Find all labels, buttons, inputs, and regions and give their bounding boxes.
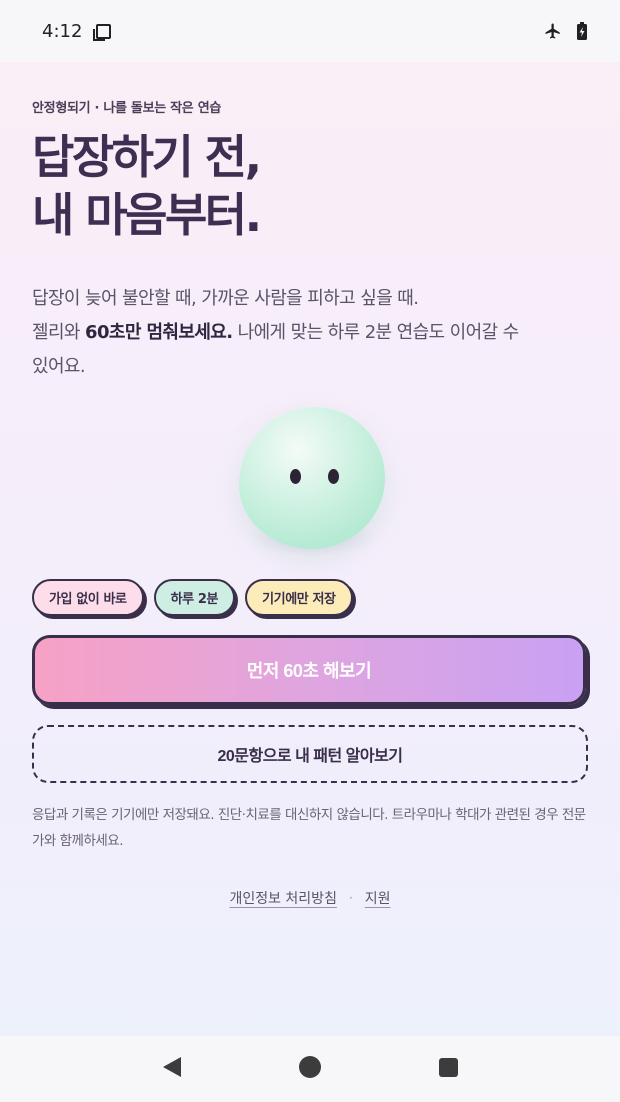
- jelly-right-eye: [328, 469, 339, 484]
- disclaimer-text: 응답과 기록은 기기에만 저장돼요. 진단·치료를 대신하지 않습니다. 트라우…: [32, 807, 586, 849]
- headline-line-2: 내 마음부터.: [32, 188, 262, 242]
- description-emphasis: 60초만 멈춰보세요.: [85, 322, 233, 343]
- chip-device-storage: 기기에만 저장: [245, 579, 353, 616]
- description-line-1: 답장이 늦어 불안할 때, 가까운 사람을 피하고 싶을 때.: [32, 288, 419, 309]
- try-60-seconds-button[interactable]: 먼저 60초 해보기: [32, 635, 586, 705]
- description-line-3: 있어요.: [32, 356, 86, 377]
- footer-links: 개인정보 처리방침 · 지원: [32, 888, 588, 908]
- description-line-2-prefix: 젤리와: [32, 322, 86, 343]
- status-left: 4:12: [42, 20, 112, 42]
- airplane-mode-icon: [545, 23, 560, 39]
- battery-charging-icon: [577, 22, 587, 40]
- home-icon[interactable]: [298, 1056, 321, 1078]
- description-line-2-suffix: 나에게 맞는 하루 2분 연습도 이어갈 수: [232, 322, 520, 343]
- recent-apps-icon[interactable]: [438, 1057, 458, 1077]
- privacy-policy-link[interactable]: 개인정보 처리방침: [229, 888, 337, 908]
- kicker-text: 안정형되기 · 나를 돌보는 작은 연습: [32, 101, 222, 116]
- headline-line-1: 답장하기 전,: [32, 130, 262, 184]
- footer-separator: ·: [348, 891, 353, 905]
- jelly-body: [239, 407, 385, 549]
- description: 답장이 늦어 불안할 때, 가까운 사람을 피하고 싶을 때. 젤리와 60초만…: [32, 282, 592, 384]
- jelly-mascot: [237, 407, 387, 557]
- support-link[interactable]: 지원: [365, 888, 391, 908]
- status-right: [544, 21, 588, 41]
- chip-no-signup: 가입 없이 바로: [32, 579, 144, 616]
- status-time: 4:12: [42, 20, 83, 42]
- back-icon[interactable]: [162, 1057, 181, 1077]
- status-bar: 4:12: [0, 0, 620, 62]
- pattern-quiz-button[interactable]: 20문항으로 내 패턴 알아보기: [32, 725, 588, 783]
- system-nav-bar: [0, 1036, 620, 1102]
- feature-chips: 가입 없이 바로 하루 2분 기기에만 저장: [32, 579, 353, 616]
- chip-two-minutes: 하루 2분: [153, 579, 236, 616]
- jelly-left-eye: [290, 469, 301, 484]
- page-headline: 답장하기 전, 내 마음부터.: [32, 128, 262, 244]
- screenshot-notification-icon: [93, 23, 112, 41]
